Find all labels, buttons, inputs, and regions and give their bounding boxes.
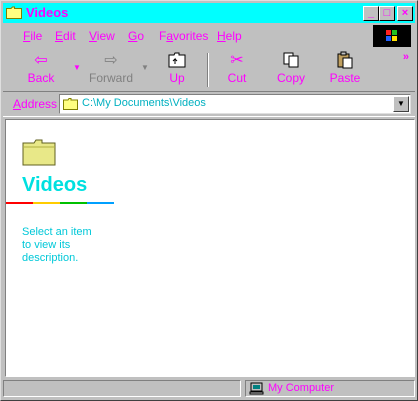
standard-toolbar: ⇦ Back ▼ ⇨ Forward ▼ Up ✂ Cut Copy Paste…	[3, 49, 415, 91]
windows-logo	[373, 25, 411, 47]
title-underline-rule	[6, 202, 114, 204]
address-input[interactable]: C:\My Documents\Videos ▼	[59, 94, 411, 114]
menu-help[interactable]: Help	[217, 29, 242, 43]
status-bar: My Computer	[3, 378, 415, 398]
address-dropdown-button[interactable]: ▼	[393, 96, 409, 112]
clipboard-icon	[319, 51, 371, 71]
address-bar: Address C:\My Documents\Videos ▼	[3, 91, 415, 117]
status-panel-zone: My Computer	[245, 380, 415, 397]
windows-flag-icon	[386, 30, 397, 41]
my-computer-icon	[249, 382, 264, 395]
title-bar[interactable]: Videos _ □ ×	[3, 3, 415, 23]
menu-edit[interactable]: Edit	[55, 29, 76, 43]
scissors-icon: ✂	[230, 52, 244, 69]
item-description: Select an item to view its description.	[22, 226, 92, 264]
back-arrow-icon: ⇦	[34, 52, 48, 69]
folder-icon	[6, 6, 22, 19]
folder-title: Videos	[22, 174, 88, 196]
up-folder-icon	[151, 51, 203, 71]
folder-icon	[63, 98, 78, 110]
forward-button[interactable]: ⇨ Forward	[85, 51, 137, 89]
window-title: Videos	[26, 5, 69, 20]
minimize-button[interactable]: _	[363, 6, 379, 21]
menu-file[interactable]: File	[23, 29, 42, 43]
back-button[interactable]: ⇦ Back	[15, 51, 67, 89]
menu-favorites[interactable]: Favorites	[159, 29, 208, 43]
cut-button[interactable]: ✂ Cut	[211, 51, 263, 89]
address-label: Address	[13, 97, 58, 111]
toolbar-more-chevron[interactable]: »	[403, 51, 409, 63]
folder-icon	[22, 139, 56, 166]
copy-button[interactable]: Copy	[265, 51, 317, 89]
status-panel-main	[3, 380, 241, 397]
forward-arrow-icon: ⇨	[104, 52, 118, 69]
toolbar-separator	[207, 53, 209, 87]
address-value: C:\My Documents\Videos	[82, 97, 206, 109]
status-location: My Computer	[268, 382, 335, 394]
explorer-window: Videos _ □ × File Edit View Go Favorites…	[0, 0, 418, 401]
menu-bar: File Edit View Go Favorites Help	[3, 25, 415, 47]
menu-go[interactable]: Go	[128, 29, 144, 43]
copy-icon	[265, 51, 317, 71]
maximize-button[interactable]: □	[379, 6, 395, 21]
up-button[interactable]: Up	[151, 51, 203, 89]
folder-content-pane[interactable]: Videos Select an item to view its descri…	[5, 119, 415, 377]
back-dropdown[interactable]: ▼	[73, 63, 81, 72]
paste-button[interactable]: Paste	[319, 51, 371, 89]
forward-dropdown[interactable]: ▼	[141, 63, 149, 72]
close-button[interactable]: ×	[397, 6, 413, 21]
menu-view[interactable]: View	[89, 29, 115, 43]
